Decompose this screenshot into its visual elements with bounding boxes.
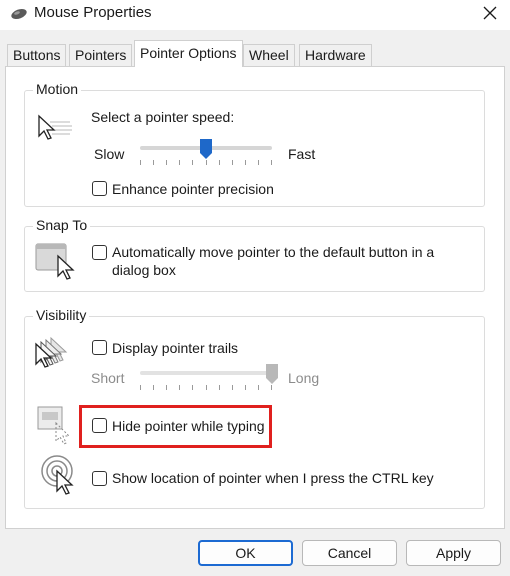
show-location-label: Show location of pointer when I press th… (112, 470, 434, 486)
tab-hardware[interactable]: Hardware (299, 44, 372, 66)
highlight-annotation (79, 405, 272, 448)
pointer-trails-label: Display pointer trails (112, 340, 239, 356)
slider-tick (140, 160, 141, 165)
slider-tick (206, 160, 207, 165)
pointer-speed-ticks (140, 160, 272, 166)
mouse-icon (11, 8, 27, 20)
enhance-precision-label: Enhance pointer precision (112, 181, 274, 197)
slider-tick (232, 385, 233, 390)
pointer-trails-icon (35, 336, 68, 368)
trail-length-track[interactable] (140, 371, 272, 375)
slider-tick (219, 160, 220, 165)
pointer-speed-icon (38, 114, 72, 140)
visibility-group-title: Visibility (33, 307, 90, 323)
slider-tick (232, 160, 233, 165)
snap-to-icon (35, 243, 75, 280)
slider-tick (271, 160, 272, 165)
cancel-button[interactable]: Cancel (302, 540, 397, 566)
close-icon (483, 6, 497, 20)
title-bar: Mouse Properties (0, 0, 510, 30)
slider-tick (153, 385, 154, 390)
slider-tick (179, 385, 180, 390)
snap-to-label-line1: Automatically move pointer to the defaul… (112, 244, 435, 260)
trail-length-thumb[interactable] (265, 363, 279, 385)
fast-label: Fast (288, 146, 316, 162)
pointer-trails-checkbox[interactable] (92, 340, 107, 355)
slider-tick (245, 160, 246, 165)
tab-pointer-options[interactable]: Pointer Options (134, 40, 243, 67)
slider-tick (179, 160, 180, 165)
slider-tick (258, 385, 259, 390)
slider-tick (140, 385, 141, 390)
slider-tick (166, 160, 167, 165)
slider-tick (206, 385, 207, 390)
window-title: Mouse Properties (34, 4, 152, 21)
pointer-speed-thumb[interactable] (199, 138, 213, 160)
motion-group-title: Motion (33, 81, 82, 97)
slider-tick (245, 385, 246, 390)
pointer-speed-label: Select a pointer speed: (91, 109, 235, 125)
tab-buttons[interactable]: Buttons (7, 44, 67, 66)
tab-pointers[interactable]: Pointers (69, 44, 133, 66)
slider-tick (271, 385, 272, 390)
slider-tick (258, 160, 259, 165)
short-label: Short (91, 370, 125, 386)
ok-button[interactable]: OK (198, 540, 293, 566)
slider-tick (192, 385, 193, 390)
slow-label: Slow (94, 146, 125, 162)
close-button[interactable] (470, 0, 510, 26)
slider-tick (166, 385, 167, 390)
snap-to-group-title: Snap To (33, 217, 91, 233)
trail-length-ticks (140, 385, 272, 391)
show-location-icon (41, 455, 74, 495)
slider-tick (153, 160, 154, 165)
enhance-precision-checkbox[interactable] (92, 181, 107, 196)
snap-to-label-line2: dialog box (112, 262, 176, 278)
tab-wheel[interactable]: Wheel (243, 44, 295, 66)
slider-tick (192, 160, 193, 165)
apply-button[interactable]: Apply (406, 540, 501, 566)
slider-tick (219, 385, 220, 390)
hide-pointer-icon (37, 406, 71, 445)
snap-to-checkbox[interactable] (92, 245, 107, 260)
long-label: Long (288, 370, 320, 386)
show-location-checkbox[interactable] (92, 471, 107, 486)
